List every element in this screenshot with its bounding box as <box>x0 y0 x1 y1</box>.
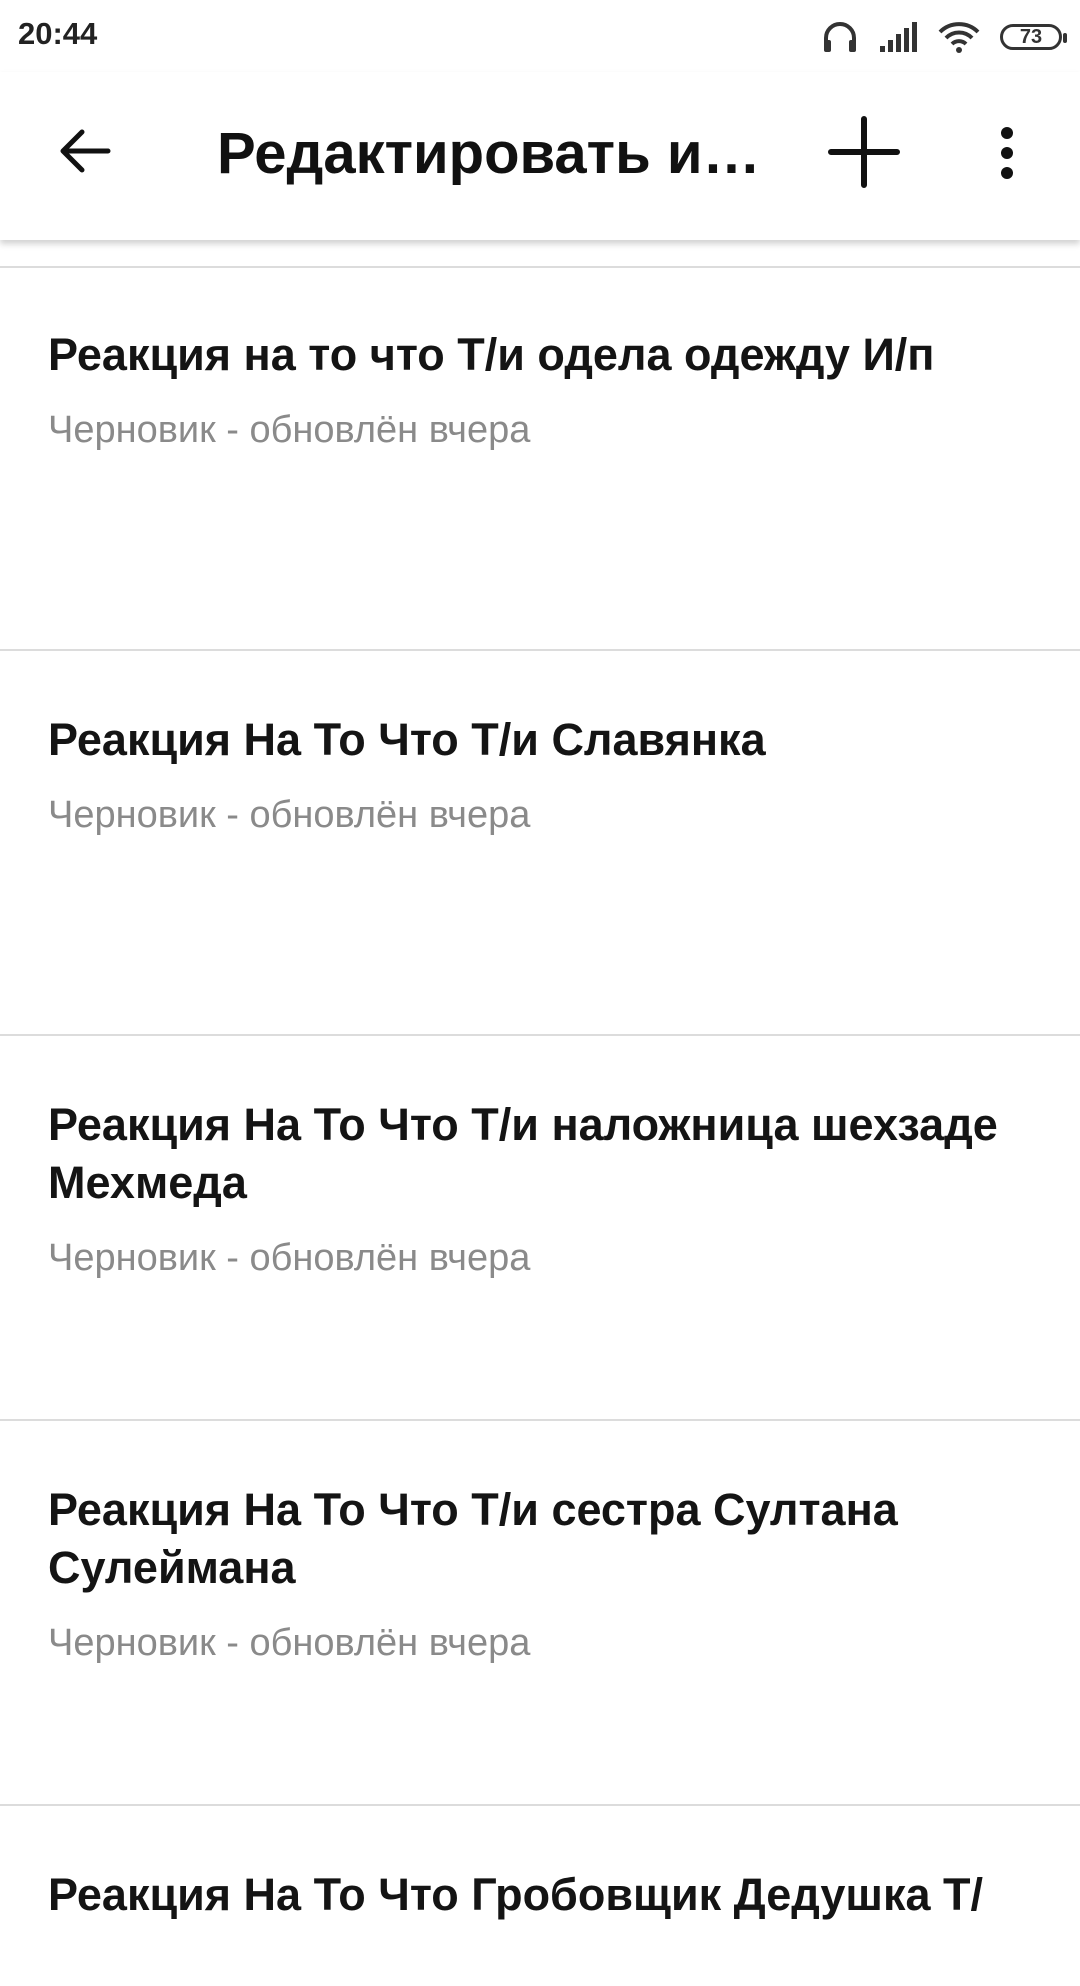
headphones-icon <box>822 20 858 54</box>
list-item-subtitle: Черновик - обновлён вчера <box>48 409 531 451</box>
status-icons: 73 <box>822 18 1067 56</box>
signal-icon <box>878 22 918 52</box>
more-options-button[interactable] <box>982 120 1032 190</box>
battery-icon: 73 <box>1000 24 1067 50</box>
arrow-left-icon <box>58 128 112 179</box>
list-item-title: Реакция На То Что Гробовщик Дедушка Т/ <box>48 1869 983 1920</box>
list-item[interactable]: Реакция на то что Т/и одела одежду И/п Ч… <box>0 266 1080 651</box>
list-item-title: Реакция На То Что Т/и сестра Султана Сул… <box>48 1484 898 1593</box>
list-item-title: Реакция На То Что Т/и Славянка <box>48 714 766 765</box>
list-item[interactable]: Реакция На То Что Т/и сестра Султана Сул… <box>0 1421 1080 1806</box>
list-item-subtitle: Черновик - обновлён вчера <box>48 794 531 836</box>
battery-level: 73 <box>1019 25 1043 48</box>
list-item[interactable]: Реакция На То Что Т/и Славянка Черновик … <box>0 651 1080 1036</box>
list-item-title: Реакция на то что Т/и одела одежду И/п <box>48 329 935 380</box>
page-title: Редактировать и… <box>217 121 757 186</box>
status-bar: 20:44 73 <box>0 0 1080 72</box>
app-bar: Редактировать и… <box>0 72 1080 240</box>
list-item[interactable]: Реакция На То Что Гробовщик Дедушка Т/ <box>0 1806 1080 1986</box>
wifi-icon <box>938 21 980 53</box>
list-item-subtitle: Черновик - обновлён вчера <box>48 1622 531 1664</box>
status-time: 20:44 <box>18 16 98 51</box>
plus-icon <box>827 115 901 194</box>
list-item[interactable]: Реакция На То Что Т/и наложница шехзаде … <box>0 1036 1080 1421</box>
more-vertical-icon <box>999 126 1015 184</box>
back-button[interactable] <box>50 118 120 188</box>
list-item-subtitle: Черновик - обновлён вчера <box>48 1237 531 1279</box>
add-button[interactable] <box>822 112 906 196</box>
drafts-list: Реакция на то что Т/и одела одежду И/п Ч… <box>0 266 1080 1986</box>
list-item-title: Реакция На То Что Т/и наложница шехзаде … <box>48 1099 998 1208</box>
